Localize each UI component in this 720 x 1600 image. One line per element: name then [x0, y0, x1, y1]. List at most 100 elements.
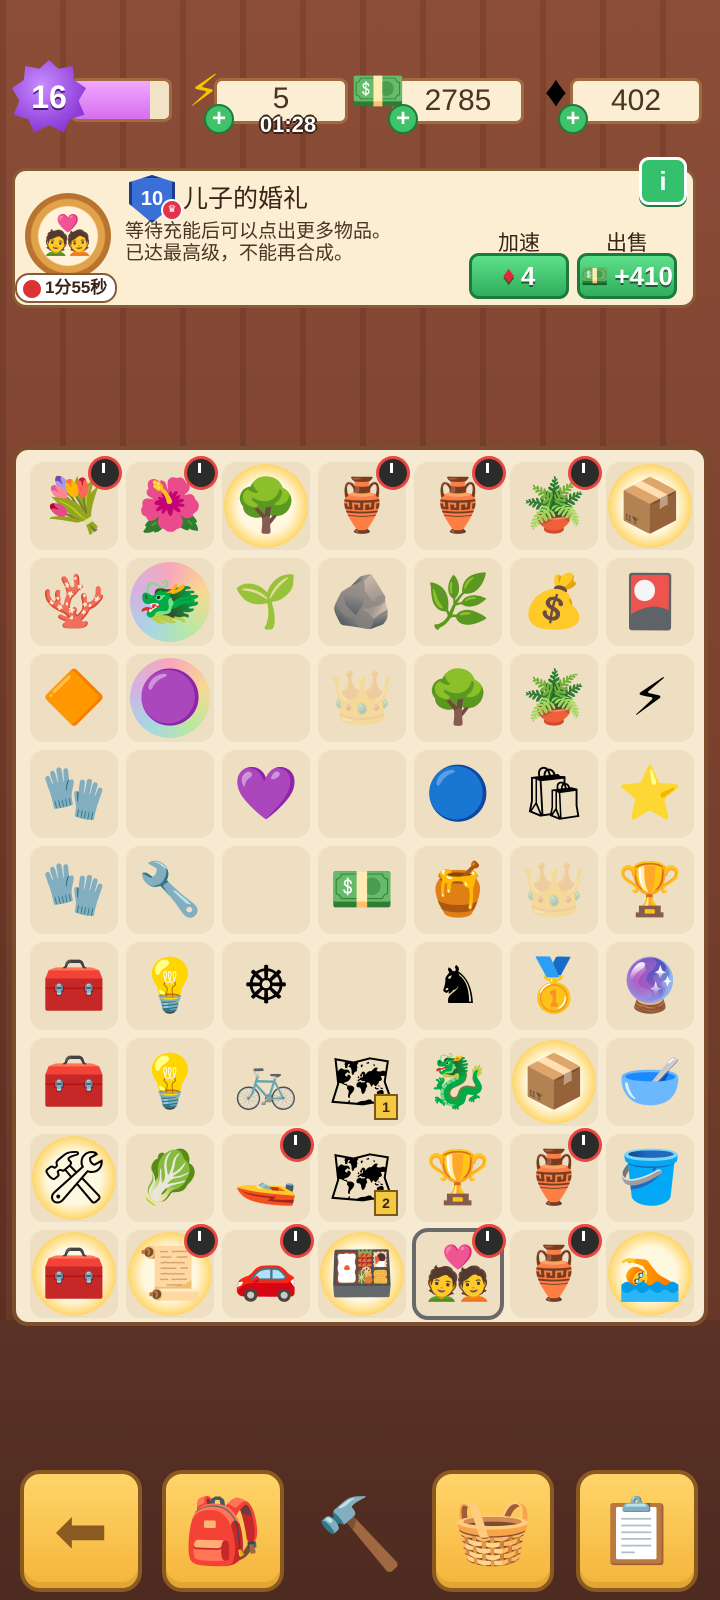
crystal-ball-icon: 🔮 [617, 957, 683, 1015]
empty-cell[interactable] [318, 750, 406, 838]
board-cell-gold-bowl[interactable]: 🥣 [606, 1038, 694, 1126]
timer-badge-icon [568, 1224, 602, 1258]
board-cell-lamp-bulb[interactable]: 💡 [126, 942, 214, 1030]
item-desc-line-1: 等待充能后可以点出更多物品。 [125, 221, 392, 242]
board-cell-work-gloves[interactable]: 🧤 [30, 846, 118, 934]
board-cell-flower-bouquet[interactable]: 💐 [30, 456, 122, 550]
purple-star-blob-icon: 🟣 [137, 669, 203, 727]
board-cell-gold-dragon-statue[interactable]: 🐉 [414, 1038, 502, 1126]
board-cell-small-gem[interactable]: 🔶 [30, 654, 118, 742]
board-cell-wedding-portrait[interactable]: 💑 [412, 1224, 506, 1320]
trowel-icon[interactable]: 🔨 [300, 1485, 420, 1585]
board-cell-pebbles[interactable]: 🪨 [318, 558, 406, 646]
clock-icon [21, 278, 43, 300]
board-cell-crystal-ball[interactable]: 🔮 [606, 942, 694, 1030]
board-cell-bicycle[interactable]: 🚲 [222, 1038, 310, 1126]
board-cell-purple-gem[interactable]: 💜 [222, 750, 310, 838]
board-cell-broken-pot[interactable]: 🍯 [414, 846, 502, 934]
board-cell-ornate-vase[interactable]: 🏺 [414, 456, 506, 550]
board-cell-plant-pot[interactable]: 🪴 [510, 654, 598, 742]
board-cell-pottery-box[interactable]: 📦 [510, 1038, 598, 1126]
board-cell-seed-sack[interactable]: 💰 [510, 558, 598, 646]
board-cell-cash-stack[interactable]: 💵 [318, 846, 406, 934]
timer-badge-icon [472, 456, 506, 490]
energy-orb-blue-icon: 🔵 [425, 765, 491, 823]
board-cell-energy-orb-orange[interactable]: ⚡ [606, 654, 694, 742]
board-cell-flower-bed[interactable]: 🌺 [126, 456, 218, 550]
board-cell-picnic-table[interactable]: 🍱 [318, 1230, 406, 1318]
gold-bowl-icon: 🥣 [617, 1053, 683, 1111]
gold-figurine-icon: ♞ [434, 957, 482, 1015]
board-cell-blossom-tree[interactable]: 🌳 [222, 462, 310, 550]
board-cell-red-toolbox[interactable]: 🧰 [30, 942, 118, 1030]
picnic-table-icon: 🍱 [329, 1245, 395, 1303]
gift-box-icon: 📦 [617, 477, 683, 535]
board-cell-coral-branch[interactable]: 🪸 [30, 558, 118, 646]
board-cell-seed-bag[interactable]: 🛍 [510, 750, 598, 838]
board-cell-jet-ski[interactable]: 🚤 [222, 1128, 314, 1222]
empty-cell[interactable] [222, 846, 310, 934]
pool-set-icon: 🏊 [617, 1245, 683, 1303]
backpack-icon[interactable]: 🎒 [162, 1470, 284, 1592]
board-cell-vase-crate[interactable]: 🏺 [510, 1224, 602, 1318]
board-cell-map-pieces-1[interactable]: 🗺 1 [318, 1038, 406, 1126]
board-cell-gold-figurine[interactable]: ♞ [414, 942, 502, 1030]
plant-pot-icon: 🪴 [521, 669, 587, 727]
board-cell-gold-star-trophy[interactable]: 🏆 [414, 1134, 502, 1222]
board-cell-empty-slot-marker[interactable]: 👑 [318, 654, 406, 742]
board-cell-tool-crate[interactable]: 🛠 [30, 1134, 118, 1222]
speedup-button[interactable]: ♦ 4 [469, 253, 569, 299]
board-cell-painted-vase[interactable]: 🏺 [318, 456, 410, 550]
board-cell-herb-bundle[interactable]: 🥬 [126, 1134, 214, 1222]
red-toolbox-icon: 🧰 [41, 957, 107, 1015]
board-cell-potted-shrub[interactable]: 🪴 [510, 456, 602, 550]
add-cash-button[interactable]: + [388, 104, 418, 134]
board-cell-toolbox-glow[interactable]: 🧰 [30, 1230, 118, 1318]
info-icon[interactable]: i [639, 157, 687, 205]
berry-bush-icon: 🌿 [425, 573, 491, 631]
level-badge[interactable]: 16 [12, 60, 86, 133]
add-energy-button[interactable]: + [204, 104, 234, 134]
blossom-tree-icon: 🌳 [233, 477, 299, 535]
basket-icon[interactable]: 🧺 [432, 1470, 554, 1592]
board-cell-energy-orb-blue[interactable]: 🔵 [414, 750, 502, 838]
arrow-left-icon[interactable]: ⬅ [20, 1470, 142, 1592]
board-cell-map-pieces-2[interactable]: 🗺 2 [318, 1134, 406, 1222]
board-cell-red-gloves[interactable]: 🧤 [30, 750, 118, 838]
board-cell-seed-packet[interactable]: 🎴 [606, 558, 694, 646]
gem-box[interactable]: 402 [570, 78, 702, 124]
lamp-bulb-icon: 💡 [137, 957, 203, 1015]
timer-badge-icon [184, 456, 218, 490]
board-cell-pottery-crate[interactable]: 🏺 [510, 1128, 602, 1222]
board-cell-purple-car[interactable]: 🚗 [222, 1224, 314, 1318]
board-cell-purple-star-blob[interactable]: 🟣 [126, 654, 214, 742]
board-cell-bonsai-pot[interactable]: 🌳 [414, 654, 502, 742]
star-trophy-icon: ⭐ [617, 765, 683, 823]
board-cell-berry-bush[interactable]: 🌿 [414, 558, 502, 646]
board-cell-star-trophy[interactable]: ⭐ [606, 750, 694, 838]
board-cell-wheel[interactable]: ☸ [222, 942, 310, 1030]
empty-cell[interactable] [126, 750, 214, 838]
herb-bundle-icon: 🥬 [137, 1149, 203, 1207]
board-cell-gold-bucket[interactable]: 🪣 [606, 1134, 694, 1222]
board-cell-dragon-lion-head[interactable]: 🐲 [126, 558, 214, 646]
board-cell-pool-set[interactable]: 🏊 [606, 1230, 694, 1318]
timer-badge-icon [472, 1224, 506, 1258]
board-cell-map-scroll[interactable]: 📜 [126, 1224, 218, 1318]
empty-cell[interactable] [222, 654, 310, 742]
board-cell-empty-slot-marker[interactable]: 👑 [510, 846, 598, 934]
add-gems-button[interactable]: + [558, 104, 588, 134]
board-cell-gold-statuette[interactable]: 🥇 [510, 942, 598, 1030]
board-cell-glass-trophy[interactable]: 🏆 [606, 846, 694, 934]
clipboard-star-icon[interactable]: 📋 [576, 1470, 698, 1592]
empty-cell[interactable] [318, 942, 406, 1030]
cash-stack-icon: 💵 [581, 263, 609, 288]
board-cell-gift-box[interactable]: 📦 [606, 462, 694, 550]
board-cell-sprout-bulb[interactable]: 🌱 [222, 558, 310, 646]
sell-button[interactable]: 💵 +410 [577, 253, 677, 299]
board-cell-garden-rake[interactable]: 🔧 [126, 846, 214, 934]
board-cell-lamp-set[interactable]: 💡 [126, 1038, 214, 1126]
item-description: 等待充能后可以点出更多物品。 已达最高级，不能再合成。 [125, 221, 391, 265]
board-cell-tool-chest[interactable]: 🧰 [30, 1038, 118, 1126]
bonsai-pot-icon: 🌳 [425, 669, 491, 727]
